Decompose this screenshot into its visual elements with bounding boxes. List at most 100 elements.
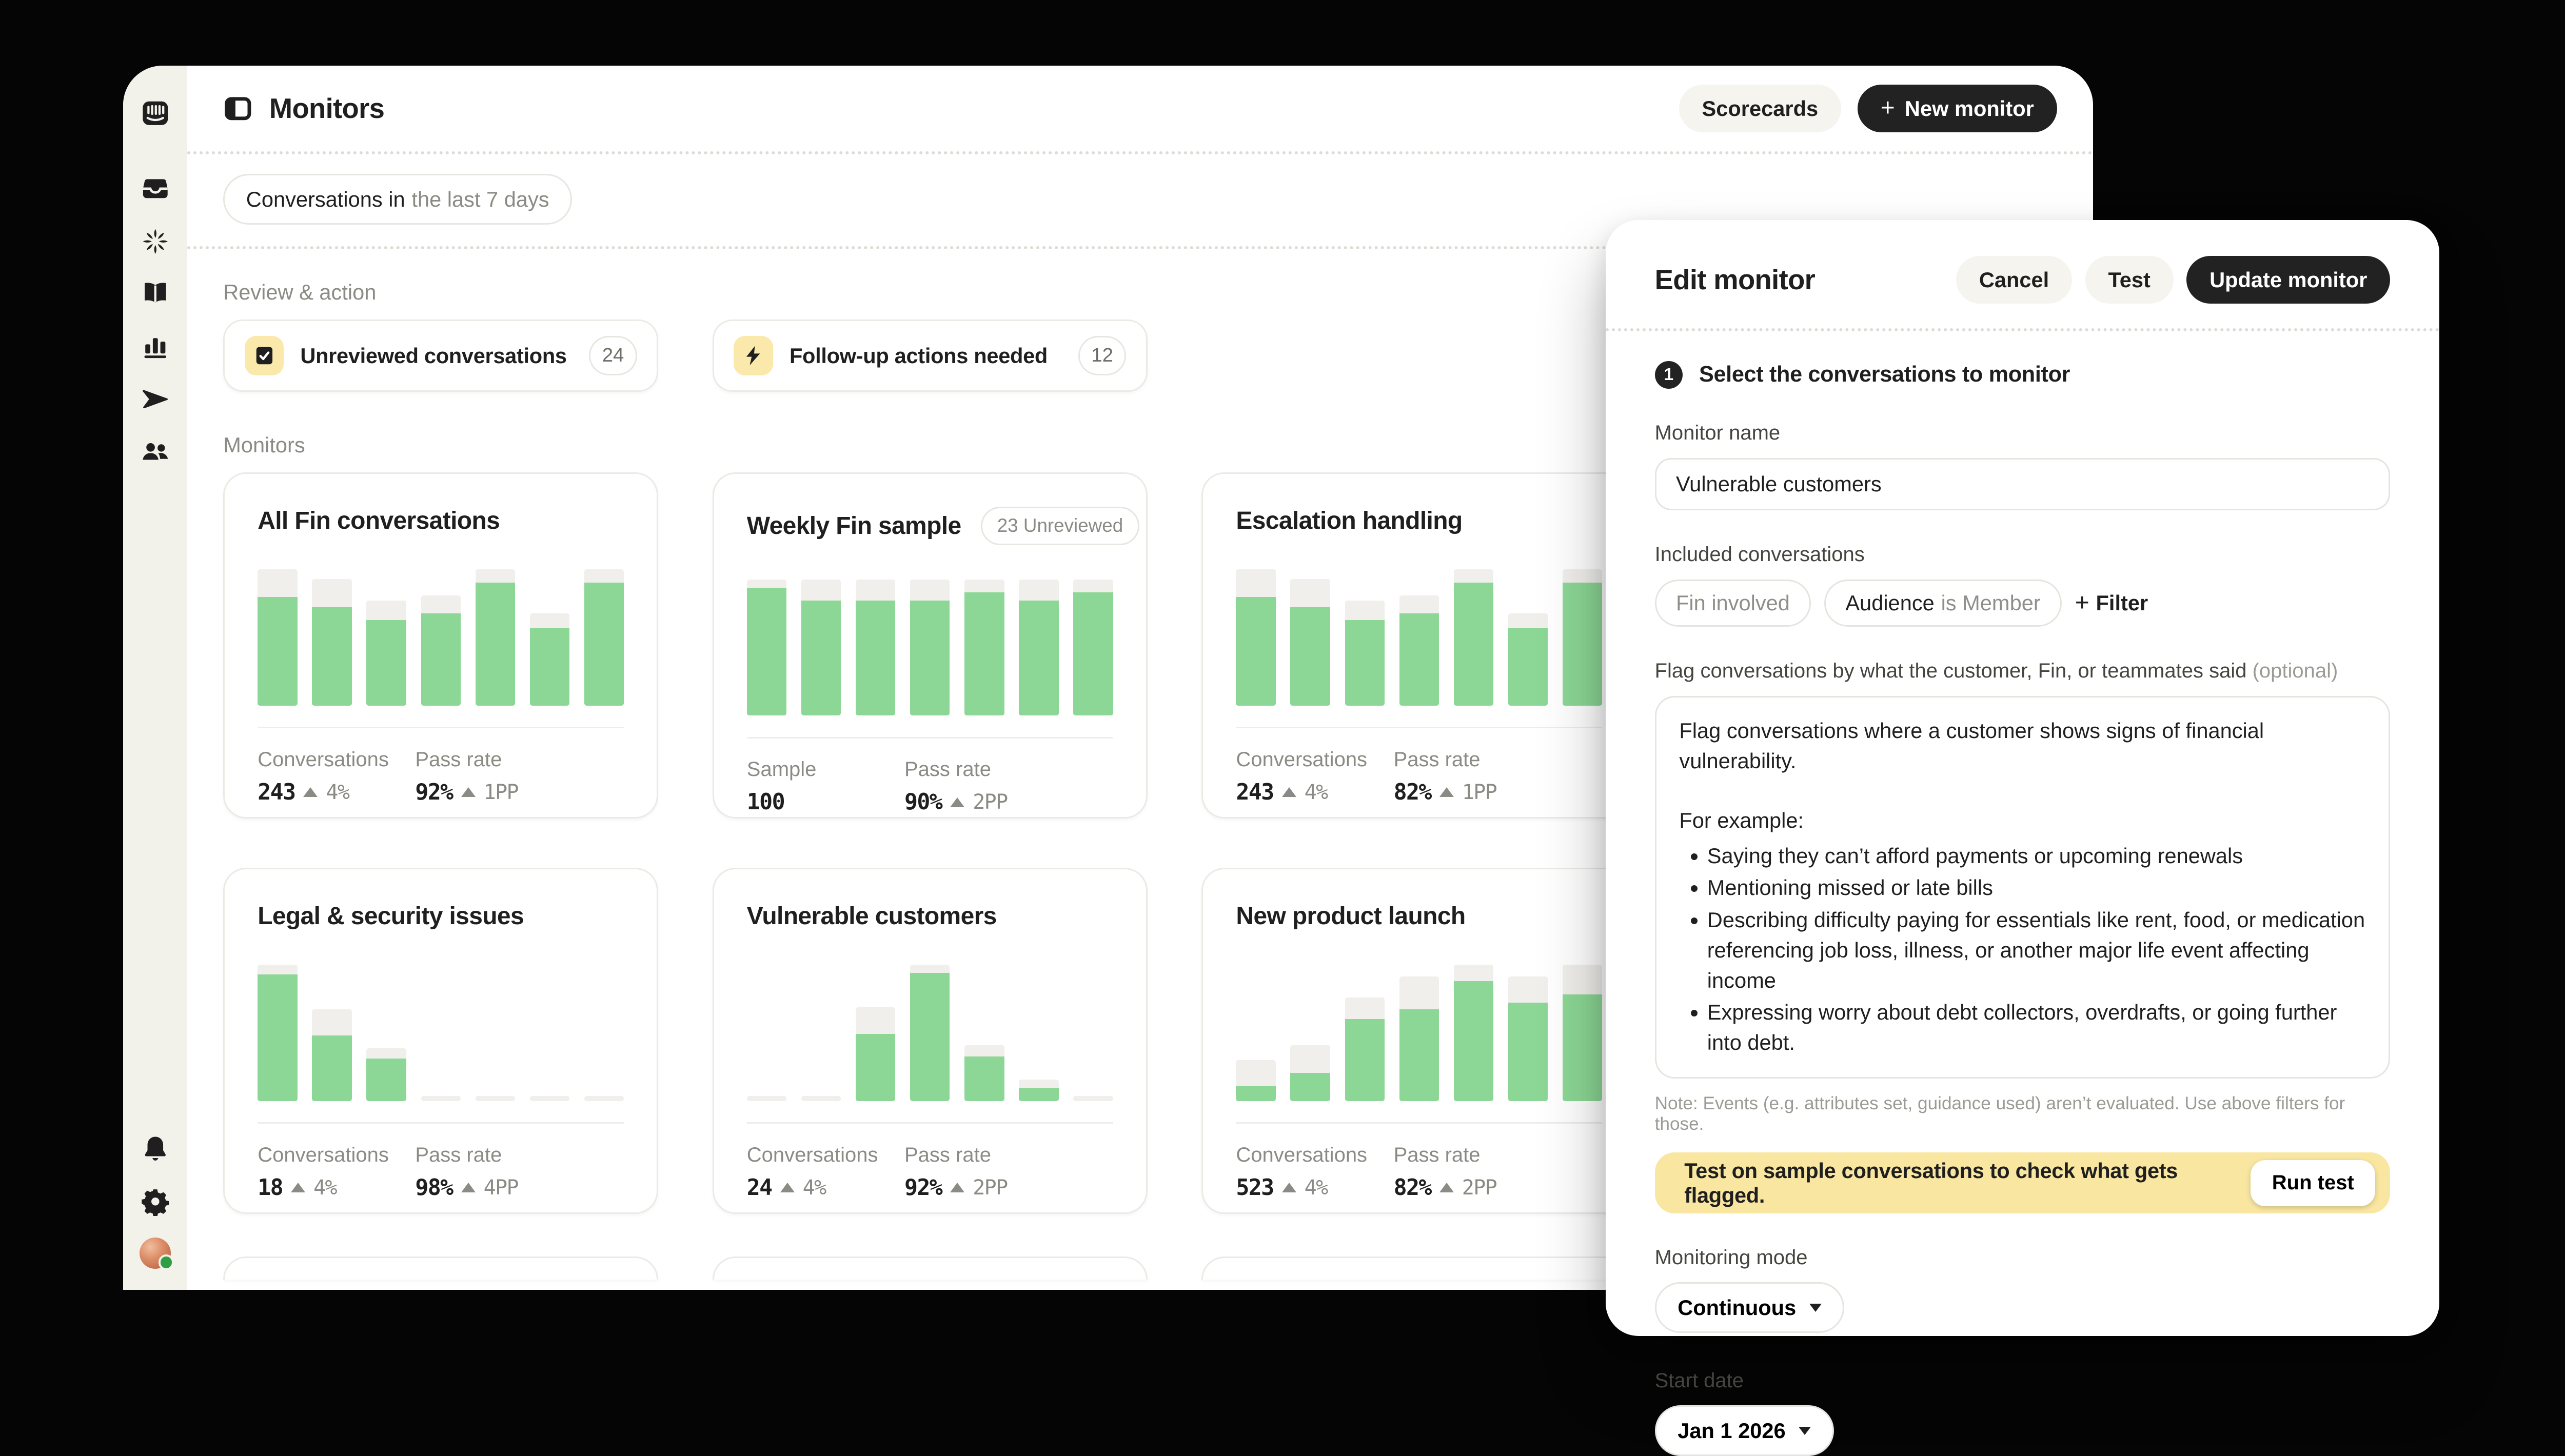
intercom-logo-icon[interactable]	[141, 98, 170, 128]
monitor-card[interactable]: New product launchConversations5234%Pass…	[1201, 868, 1636, 1214]
bolt-icon	[734, 336, 773, 375]
metric-label: Conversations	[1236, 748, 1393, 771]
chart-bar	[421, 595, 461, 705]
start-date-label: Start date	[1655, 1369, 2391, 1392]
chart-bar-fill	[964, 592, 1004, 715]
monitors-page-icon	[223, 94, 253, 124]
optional-hint: (optional)	[2253, 660, 2338, 682]
monitor-name-input[interactable]	[1655, 458, 2391, 510]
monitor-card[interactable]: Weekly Fin sample23 UnreviewedSample100P…	[713, 472, 1148, 819]
monitor-card[interactable]: Vulnerable customersConversations244%Pas…	[713, 868, 1148, 1214]
monitor-card[interactable]: Legal & security issuesConversations184%…	[223, 868, 658, 1214]
metric-pass-rate: Pass rate90%2PP	[904, 758, 1008, 815]
fin-involved-filter-pill[interactable]: Fin involved	[1655, 580, 1811, 627]
user-avatar[interactable]	[140, 1238, 171, 1269]
audience-filter-pill[interactable]: Audience is Member	[1824, 580, 2062, 627]
monitor-card[interactable]: Escalation handlingConversations2434%Pas…	[1201, 472, 1636, 819]
metric-conversations: Conversations5234%	[1236, 1144, 1393, 1201]
reports-icon[interactable]	[141, 331, 170, 361]
chart-bar-fill	[1019, 1088, 1058, 1101]
metric-value: 82%	[1394, 1175, 1431, 1201]
divider	[1236, 1122, 1602, 1124]
edit-monitor-panel: Edit monitor Cancel Test Update monitor …	[1606, 220, 2440, 1336]
outbound-icon[interactable]	[141, 384, 170, 414]
chart-bar-fill	[1399, 613, 1439, 705]
inbox-icon[interactable]	[141, 174, 170, 204]
metric-label: Conversations	[1236, 1144, 1393, 1167]
monitoring-mode-select[interactable]: Continuous	[1655, 1282, 1845, 1333]
contacts-icon[interactable]	[141, 436, 170, 466]
metric-delta: 1PP	[484, 781, 518, 804]
follow-up-actions-card[interactable]: Follow-up actions needed 12	[713, 320, 1148, 392]
metric-label: Pass rate	[1394, 1144, 1497, 1167]
chart-bar	[1454, 965, 1493, 1101]
included-conversations-label: Included conversations	[1655, 543, 2391, 566]
filter-prefix: Conversations in	[246, 189, 405, 210]
chart-bar-fill	[1236, 1086, 1275, 1101]
monitor-card-partial[interactable]	[223, 1256, 658, 1280]
metric-label: Conversations	[258, 1144, 415, 1167]
metric-pass-rate: Pass rate92%2PP	[904, 1144, 1008, 1201]
monitor-card-partial[interactable]	[713, 1256, 1148, 1280]
metric-value: 523	[1236, 1175, 1273, 1201]
chart-bar-fill	[366, 1059, 406, 1101]
metric-pass-rate: Pass rate98%4PP	[415, 1144, 518, 1201]
chart-bar-fill	[1508, 1003, 1548, 1101]
chart-bar-fill	[1236, 597, 1275, 705]
fin-ai-icon[interactable]	[141, 227, 170, 256]
update-monitor-button[interactable]: Update monitor	[2186, 256, 2390, 304]
chart-bar-fill	[1290, 1073, 1330, 1101]
chart-bar	[530, 613, 569, 705]
notifications-bell-icon[interactable]	[141, 1134, 170, 1164]
metric-pass-rate: Pass rate92%1PP	[415, 748, 518, 805]
chart-bar-fill	[421, 613, 461, 705]
metric-delta: 1PP	[1462, 781, 1496, 804]
metric-value: 98%	[415, 1175, 452, 1201]
metric-delta: 2PP	[973, 790, 1007, 814]
step-number-badge: 1	[1655, 361, 1683, 389]
chart-bar-fill	[476, 583, 515, 706]
metric-pass-rate: Pass rate82%2PP	[1394, 1144, 1497, 1201]
monitor-card[interactable]: All Fin conversationsConversations2434%P…	[223, 472, 658, 819]
chart-bar	[584, 1096, 624, 1101]
knowledge-book-icon[interactable]	[141, 279, 170, 309]
monitor-card-chart	[258, 958, 624, 1101]
chart-bar-fill	[1073, 592, 1113, 715]
metric-delta: 4%	[313, 1176, 337, 1200]
chart-bar	[476, 569, 515, 706]
chart-bar	[258, 569, 297, 706]
new-monitor-button[interactable]: +New monitor	[1858, 85, 2057, 132]
metric-value: 92%	[904, 1175, 942, 1201]
monitor-card-partial[interactable]	[1201, 1256, 1636, 1280]
start-date-select[interactable]: Jan 1 2026	[1655, 1405, 1834, 1456]
chart-bar-fill	[258, 974, 297, 1101]
metric-label: Pass rate	[1394, 748, 1497, 771]
metric-delta: 4PP	[484, 1176, 518, 1200]
chart-bar	[964, 1045, 1004, 1101]
metric-sample: Sample100	[747, 758, 904, 815]
events-note: Note: Events (e.g. attributes set, guida…	[1655, 1093, 2391, 1134]
add-filter-button[interactable]: +Filter	[2075, 591, 2148, 615]
chart-bar-fill	[1345, 620, 1385, 705]
monitor-card-chart	[1236, 958, 1602, 1101]
scorecards-button[interactable]: Scorecards	[1679, 85, 1841, 132]
divider	[1606, 328, 2440, 331]
chart-bar-fill	[910, 601, 950, 715]
date-range-filter[interactable]: Conversations in the last 7 days	[223, 174, 572, 225]
flag-intro: Flag conversations where a customer show…	[1679, 715, 2365, 776]
unreviewed-conversations-card[interactable]: Unreviewed conversations 24	[223, 320, 658, 392]
settings-gear-icon[interactable]	[141, 1187, 170, 1216]
chart-bar	[312, 579, 351, 705]
test-button[interactable]: Test	[2085, 256, 2174, 304]
flag-description-textarea[interactable]: Flag conversations where a customer show…	[1655, 696, 2391, 1079]
metric-delta: 2PP	[973, 1176, 1007, 1200]
trend-up-icon	[1282, 787, 1296, 797]
run-test-button[interactable]: Run test	[2251, 1160, 2375, 1206]
cancel-button[interactable]: Cancel	[1956, 256, 2072, 304]
monitor-card-chart	[747, 573, 1113, 715]
chart-bar-fill	[910, 973, 950, 1101]
chart-bar	[1290, 1045, 1330, 1101]
flag-bullet: Mentioning missed or late bills	[1707, 872, 2366, 903]
chart-bar	[1508, 976, 1548, 1101]
chart-bar-fill	[1563, 583, 1602, 706]
